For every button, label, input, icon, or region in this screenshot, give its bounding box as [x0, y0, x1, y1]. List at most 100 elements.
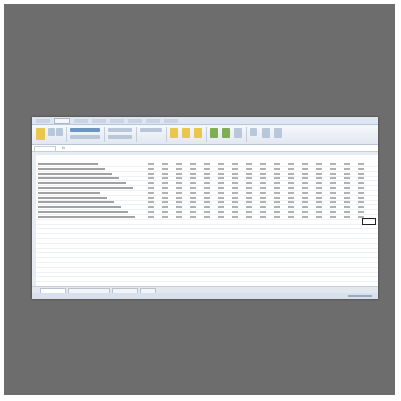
- table-row[interactable]: [36, 205, 378, 209]
- ribbon-tab-file[interactable]: [36, 119, 50, 123]
- row-label-cell: [38, 167, 105, 170]
- font-icon[interactable]: [70, 128, 100, 132]
- zoom-slider[interactable]: [348, 295, 372, 297]
- format-icon[interactable]: [234, 128, 242, 138]
- value-cell: [302, 177, 308, 180]
- value-cell: [316, 172, 322, 175]
- cell-styles-icon[interactable]: [194, 128, 202, 138]
- ribbon-tab-home[interactable]: [54, 118, 70, 124]
- find-icon[interactable]: [274, 128, 282, 138]
- value-cell: [162, 182, 168, 185]
- value-cell: [190, 172, 196, 175]
- worksheet-grid[interactable]: [32, 152, 378, 287]
- value-cell: [232, 172, 238, 175]
- ribbon-tab-review[interactable]: [146, 119, 160, 123]
- selected-cell[interactable]: [362, 218, 376, 225]
- value-cell: [330, 201, 336, 204]
- value-cell: [316, 191, 322, 194]
- value-cell: [288, 182, 294, 185]
- value-cell: [162, 196, 168, 199]
- number-format-icon[interactable]: [140, 128, 162, 132]
- paste-icon[interactable]: [36, 128, 45, 140]
- table-row[interactable]: [36, 181, 378, 185]
- row-gridline: [36, 252, 378, 254]
- value-cell: [148, 167, 154, 170]
- value-cell: [218, 182, 224, 185]
- formula-bar[interactable]: fx: [32, 145, 378, 152]
- value-cell: [246, 191, 252, 194]
- value-cell: [190, 182, 196, 185]
- value-cell: [218, 215, 224, 218]
- table-row[interactable]: [36, 162, 378, 166]
- value-cell: [204, 167, 210, 170]
- font-style-icon[interactable]: [70, 135, 100, 139]
- sort-filter-icon[interactable]: [262, 128, 270, 138]
- value-cell: [162, 167, 168, 170]
- ribbon-tab-view[interactable]: [164, 119, 178, 123]
- table-row[interactable]: [36, 186, 378, 190]
- value-cell: [162, 191, 168, 194]
- value-cell: [274, 177, 280, 180]
- table-row[interactable]: [36, 191, 378, 195]
- value-cell: [246, 167, 252, 170]
- value-cell: [330, 182, 336, 185]
- table-row[interactable]: [36, 210, 378, 214]
- value-cell: [232, 211, 238, 213]
- value-cell: [316, 177, 322, 180]
- value-cell: [288, 187, 294, 189]
- value-cell: [344, 206, 350, 209]
- value-cell: [176, 196, 182, 199]
- table-row[interactable]: [36, 200, 378, 204]
- table-row[interactable]: [36, 167, 378, 171]
- value-cell: [246, 182, 252, 185]
- table-format-icon[interactable]: [182, 128, 190, 138]
- value-cell: [246, 163, 252, 165]
- value-cell: [176, 167, 182, 170]
- table-row[interactable]: [36, 176, 378, 180]
- value-cell: [358, 201, 364, 204]
- value-cell: [344, 201, 350, 204]
- value-cell: [316, 163, 322, 165]
- cut-icon[interactable]: [48, 128, 55, 136]
- row-gridline: [36, 281, 378, 283]
- table-row[interactable]: [36, 196, 378, 200]
- value-cell: [358, 182, 364, 185]
- value-cell: [190, 196, 196, 199]
- value-cell: [302, 191, 308, 194]
- column-headers[interactable]: [32, 152, 378, 155]
- wrap-text-icon[interactable]: [108, 135, 132, 139]
- ribbon-tab-insert[interactable]: [74, 119, 88, 123]
- value-cell: [302, 182, 308, 185]
- row-label-cell: [38, 187, 133, 189]
- fx-icon[interactable]: fx: [62, 145, 65, 151]
- delete-icon[interactable]: [222, 128, 230, 138]
- value-cell: [316, 215, 322, 218]
- value-cell: [204, 196, 210, 199]
- value-cell: [232, 206, 238, 209]
- ribbon-tab-formulas[interactable]: [110, 119, 124, 123]
- table-row[interactable]: [36, 172, 378, 176]
- value-cell: [148, 187, 154, 189]
- value-cell: [176, 211, 182, 213]
- ribbon-separator: [206, 127, 207, 142]
- value-cell: [176, 172, 182, 175]
- value-cell: [344, 177, 350, 180]
- value-cell: [176, 191, 182, 194]
- ribbon-separator: [136, 127, 137, 142]
- table-row[interactable]: [36, 215, 378, 219]
- conditional-format-icon[interactable]: [170, 128, 178, 138]
- value-cell: [204, 187, 210, 189]
- insert-icon[interactable]: [210, 128, 218, 138]
- value-cell: [204, 201, 210, 204]
- value-cell: [344, 182, 350, 185]
- value-cell: [288, 172, 294, 175]
- value-cell: [148, 191, 154, 194]
- ribbon-tab-data[interactable]: [128, 119, 142, 123]
- value-cell: [232, 163, 238, 165]
- value-cell: [274, 215, 280, 218]
- ribbon-tab-page-layout[interactable]: [92, 119, 106, 123]
- sum-icon[interactable]: [250, 128, 257, 136]
- copy-icon[interactable]: [56, 128, 63, 136]
- align-icon[interactable]: [108, 128, 132, 132]
- value-cell: [288, 163, 294, 165]
